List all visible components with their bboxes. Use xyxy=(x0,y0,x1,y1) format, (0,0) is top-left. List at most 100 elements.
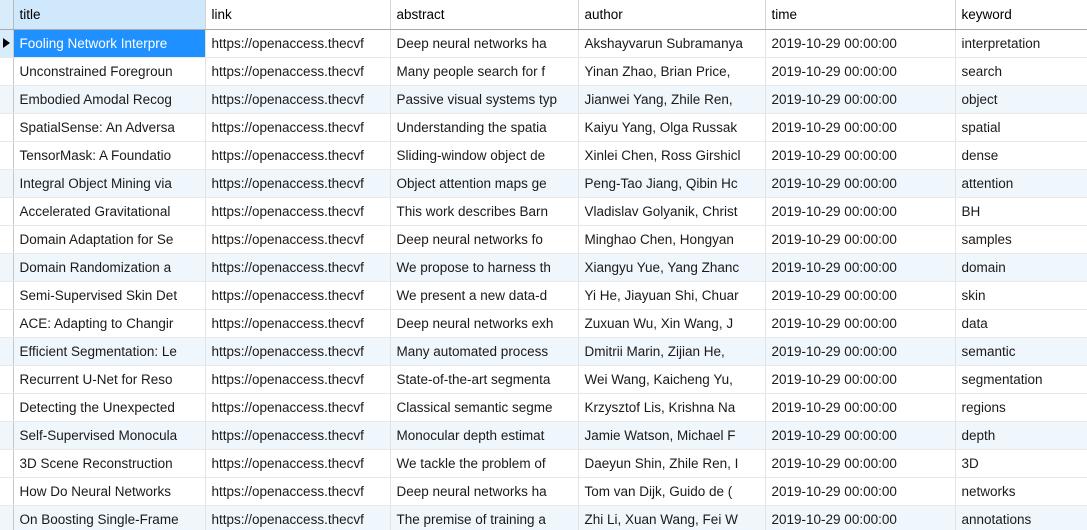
cell-abstract[interactable]: Monocular depth estimat xyxy=(390,421,579,450)
cell-keyword[interactable]: object xyxy=(955,85,1087,114)
table-row[interactable]: How Do Neural Networks https://openaccess… xyxy=(0,477,1087,506)
cell-link[interactable]: https://openaccess.thecvf xyxy=(205,393,391,422)
cell-author[interactable]: Vladislav Golyanik, Christ xyxy=(578,197,766,226)
cell-title[interactable]: Domain Adaptation for Sе xyxy=(13,225,206,254)
cell-author[interactable]: Wei Wang, Kaicheng Yu, xyxy=(578,365,766,394)
row-indicator-cell[interactable] xyxy=(0,197,14,226)
cell-title[interactable]: Integral Object Mining via xyxy=(13,169,206,198)
cell-title[interactable]: On Boosting Single-Framе xyxy=(13,505,206,530)
column-header-author[interactable]: author xyxy=(578,0,766,30)
cell-title[interactable]: Efficient Segmentation: Le xyxy=(13,337,206,366)
cell-author[interactable]: Zuxuan Wu, Xin Wang, J xyxy=(578,309,766,338)
cell-keyword[interactable]: segmentation xyxy=(955,365,1087,394)
cell-keyword[interactable]: depth xyxy=(955,421,1087,450)
row-indicator-cell[interactable] xyxy=(0,421,14,450)
cell-title[interactable]: How Do Neural Networks xyxy=(13,477,206,506)
cell-abstract[interactable]: We tackle the problem of xyxy=(390,449,579,478)
cell-author[interactable]: Jianwei Yang, Zhile Ren, xyxy=(578,85,766,114)
cell-abstract[interactable]: Sliding-window object de xyxy=(390,141,579,170)
cell-author[interactable]: Xinlei Chen, Ross Girshicl xyxy=(578,141,766,170)
cell-link[interactable]: https://openaccess.thecvf xyxy=(205,29,391,58)
cell-author[interactable]: Minghao Chen, Hongyan xyxy=(578,225,766,254)
cell-link[interactable]: https://openaccess.thecvf xyxy=(205,113,391,142)
cell-keyword[interactable]: domain xyxy=(955,253,1087,282)
cell-time[interactable]: 2019-10-29 00:00:00 xyxy=(765,309,956,338)
cell-abstract[interactable]: This work describes Barn xyxy=(390,197,579,226)
cell-link[interactable]: https://openaccess.thecvf xyxy=(205,365,391,394)
row-indicator-cell[interactable] xyxy=(0,29,14,58)
table-row[interactable]: Efficient Segmentation: Le https://openac… xyxy=(0,337,1087,366)
cell-keyword[interactable]: spatial xyxy=(955,113,1087,142)
table-row[interactable]: Embodied Amodal Recog https://openaccess.… xyxy=(0,85,1087,114)
cell-abstract[interactable]: We propose to harness th xyxy=(390,253,579,282)
cell-time[interactable]: 2019-10-29 00:00:00 xyxy=(765,393,956,422)
table-row[interactable]: 3D Scene Reconstruction https://openacces… xyxy=(0,449,1087,478)
cell-abstract[interactable]: Understanding the spatia xyxy=(390,113,579,142)
cell-abstract[interactable]: Classical semantic segme xyxy=(390,393,579,422)
cell-keyword[interactable]: skin xyxy=(955,281,1087,310)
cell-link[interactable]: https://openaccess.thecvf xyxy=(205,253,391,282)
cell-time[interactable]: 2019-10-29 00:00:00 xyxy=(765,253,956,282)
cell-abstract[interactable]: The premise of training a xyxy=(390,505,579,530)
cell-abstract[interactable]: Deep neural networks exh xyxy=(390,309,579,338)
cell-title[interactable]: 3D Scene Reconstruction xyxy=(13,449,206,478)
cell-time[interactable]: 2019-10-29 00:00:00 xyxy=(765,365,956,394)
row-indicator-cell[interactable] xyxy=(0,337,14,366)
cell-time[interactable]: 2019-10-29 00:00:00 xyxy=(765,449,956,478)
cell-title[interactable]: Recurrent U-Net for Reso xyxy=(13,365,206,394)
cell-abstract[interactable]: Deep neural networks ha xyxy=(390,29,579,58)
cell-time[interactable]: 2019-10-29 00:00:00 xyxy=(765,29,956,58)
row-indicator-cell[interactable] xyxy=(0,225,14,254)
cell-link[interactable]: https://openaccess.thecvf xyxy=(205,281,391,310)
cell-abstract[interactable]: We present a new data-d xyxy=(390,281,579,310)
row-indicator-cell[interactable] xyxy=(0,141,14,170)
row-indicator-cell[interactable] xyxy=(0,477,14,506)
cell-link[interactable]: https://openaccess.thecvf xyxy=(205,85,391,114)
cell-link[interactable]: https://openaccess.thecvf xyxy=(205,309,391,338)
cell-abstract[interactable]: Many automated process xyxy=(390,337,579,366)
cell-title[interactable]: Semi-Supervised Skin Det xyxy=(13,281,206,310)
cell-link[interactable]: https://openaccess.thecvf xyxy=(205,141,391,170)
cell-abstract[interactable]: Many people search for f xyxy=(390,57,579,86)
cell-author[interactable]: Xiangyu Yue, Yang Zhanc xyxy=(578,253,766,282)
table-row[interactable]: Detecting the Unexpected https://openacce… xyxy=(0,393,1087,422)
cell-author[interactable]: Tom van Dijk, Guido de ( xyxy=(578,477,766,506)
cell-link[interactable]: https://openaccess.thecvf xyxy=(205,197,391,226)
cell-abstract[interactable]: Deep neural networks ha xyxy=(390,477,579,506)
cell-author[interactable]: Dmitrii Marin, Zijian He, xyxy=(578,337,766,366)
cell-title[interactable]: Unconstrained Foregroun xyxy=(13,57,206,86)
cell-author[interactable]: Yi He, Jiayuan Shi, Chuar xyxy=(578,281,766,310)
table-row[interactable]: Unconstrained Foregroun https://openacces… xyxy=(0,57,1087,86)
cell-link[interactable]: https://openaccess.thecvf xyxy=(205,57,391,86)
cell-link[interactable]: https://openaccess.thecvf xyxy=(205,449,391,478)
row-indicator-cell[interactable] xyxy=(0,57,14,86)
cell-author[interactable]: Kaiyu Yang, Olga Russak xyxy=(578,113,766,142)
cell-keyword[interactable]: interpretation xyxy=(955,29,1087,58)
row-header-select-all[interactable] xyxy=(0,0,14,30)
table-row[interactable]: ACE: Adapting to Changir https://openacce… xyxy=(0,309,1087,338)
table-row[interactable]: SpatialSense: An Adversa https://openacce… xyxy=(0,113,1087,142)
row-indicator-cell[interactable] xyxy=(0,309,14,338)
column-header-keyword[interactable]: keyword xyxy=(955,0,1087,30)
cell-abstract[interactable]: Passive visual systems typ xyxy=(390,85,579,114)
cell-time[interactable]: 2019-10-29 00:00:00 xyxy=(765,505,956,530)
table-row[interactable]: Integral Object Mining via https://openac… xyxy=(0,169,1087,198)
cell-link[interactable]: https://openaccess.thecvf xyxy=(205,225,391,254)
column-header-abstract[interactable]: abstract xyxy=(390,0,579,30)
cell-time[interactable]: 2019-10-29 00:00:00 xyxy=(765,169,956,198)
cell-title[interactable]: Detecting the Unexpected xyxy=(13,393,206,422)
cell-time[interactable]: 2019-10-29 00:00:00 xyxy=(765,197,956,226)
cell-author[interactable]: Akshayvarun Subramanya xyxy=(578,29,766,58)
row-indicator-cell[interactable] xyxy=(0,281,14,310)
table-row[interactable]: Fooling Network Interpre https://openacce… xyxy=(0,29,1087,58)
cell-author[interactable]: Zhi Li, Xuan Wang, Fei W xyxy=(578,505,766,530)
cell-keyword[interactable]: samples xyxy=(955,225,1087,254)
cell-link[interactable]: https://openaccess.thecvf xyxy=(205,169,391,198)
table-row[interactable]: TensorMask: A Foundatio https://openacces… xyxy=(0,141,1087,170)
cell-time[interactable]: 2019-10-29 00:00:00 xyxy=(765,281,956,310)
row-indicator-cell[interactable] xyxy=(0,449,14,478)
cell-author[interactable]: Daeyun Shin, Zhile Ren, I xyxy=(578,449,766,478)
cell-title[interactable]: TensorMask: A Foundatio xyxy=(13,141,206,170)
cell-title[interactable]: Accelerated Gravitational xyxy=(13,197,206,226)
row-indicator-cell[interactable] xyxy=(0,113,14,142)
